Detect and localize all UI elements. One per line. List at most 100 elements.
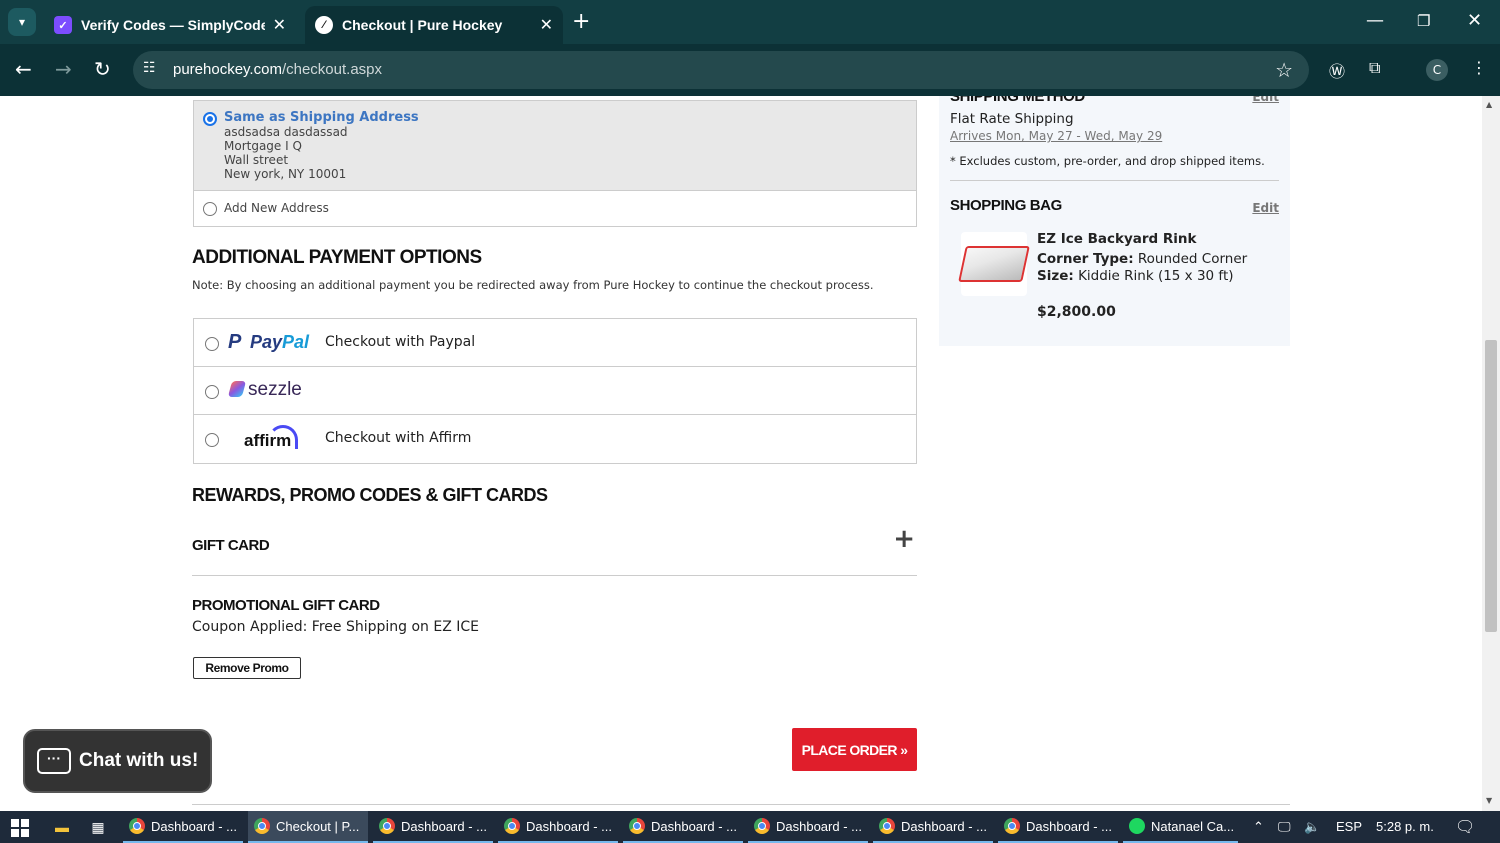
address-bar[interactable]: ☷ purehockey.com/checkout.aspx ☆ <box>133 51 1309 89</box>
address-option-same-as-shipping[interactable]: Same as Shipping Address asdsadsa dasdas… <box>194 101 916 191</box>
menu-kebab-icon[interactable]: ⋮ <box>1471 58 1487 77</box>
language-indicator[interactable]: ESP <box>1336 819 1362 834</box>
close-tab-icon[interactable]: ✕ <box>273 15 286 35</box>
chrome-icon <box>254 818 270 834</box>
clock[interactable]: 5:28 p. m. <box>1376 819 1434 834</box>
tray-chevron-up-icon[interactable]: ⌃ <box>1253 819 1264 835</box>
chat-label: Chat with us! <box>79 750 199 771</box>
paypal-logo: P PayPal <box>228 331 310 353</box>
address-line: Mortgage I Q <box>224 139 302 153</box>
restore-icon[interactable]: ❐ <box>1417 12 1430 30</box>
taskbar-item-checkout[interactable]: Checkout | P... <box>248 811 368 843</box>
scroll-down-icon[interactable]: ▼ <box>1486 796 1492 805</box>
remove-promo-button[interactable]: Remove Promo <box>193 657 301 679</box>
paypal-label: Checkout with Paypal <box>325 334 476 350</box>
close-tab-icon[interactable]: ✕ <box>540 15 553 35</box>
simplycodes-icon: ✓ <box>54 16 72 34</box>
address-line: New york, NY 10001 <box>224 167 347 181</box>
tab-purehockey[interactable]: ⁄ Checkout | Pure Hockey ✕ <box>305 6 563 44</box>
chat-widget-button[interactable]: ··· Chat with us! <box>23 729 212 793</box>
chat-bubble-icon: ··· <box>37 748 71 774</box>
payment-options-heading: ADDITIONAL PAYMENT OPTIONS <box>192 247 482 268</box>
chrome-icon <box>754 818 770 834</box>
network-icon[interactable]: 🖵 <box>1278 819 1291 835</box>
payment-option-paypal[interactable]: P PayPal Checkout with Paypal <box>194 319 916 367</box>
product-image[interactable] <box>958 232 1030 296</box>
payment-redirect-note: Note: By choosing an additional payment … <box>192 278 874 292</box>
chrome-icon <box>129 818 145 834</box>
scrollbar-thumb[interactable] <box>1485 340 1497 632</box>
radio-add-new-address[interactable] <box>203 202 217 216</box>
taskbar-item-dashboard[interactable]: Dashboard - ... <box>123 811 243 843</box>
sezzle-logo: sezzle <box>227 379 302 401</box>
radio-same-as-shipping[interactable] <box>203 112 217 126</box>
chrome-icon <box>879 818 895 834</box>
reload-icon[interactable]: ↻ <box>94 57 111 81</box>
chrome-icon <box>629 818 645 834</box>
coupon-applied-text: Coupon Applied: Free Shipping on EZ ICE <box>192 619 479 635</box>
gift-card-label: GIFT CARD <box>192 537 270 554</box>
product-name[interactable]: EZ Ice Backyard Rink <box>1037 231 1197 247</box>
affirm-logo: affirm <box>244 431 292 450</box>
back-icon[interactable]: ← <box>15 57 32 81</box>
chrome-icon <box>504 818 520 834</box>
taskbar-item-dashboard[interactable]: Dashboard - ... <box>373 811 493 843</box>
address-line: Wall street <box>224 153 289 167</box>
tab-simplycodes[interactable]: ✓ Verify Codes — SimplyCodes ✕ <box>44 6 296 44</box>
site-settings-icon[interactable]: ☷ <box>143 60 156 76</box>
new-tab-icon[interactable]: + <box>572 10 590 34</box>
order-summary-sidebar: SHIPPING METHOD Edit Flat Rate Shipping … <box>939 96 1290 346</box>
address-line: asdsadsa dasdassad <box>224 125 348 139</box>
bookmark-star-icon[interactable]: ☆ <box>1275 58 1293 82</box>
affirm-label: Checkout with Affirm <box>325 430 472 446</box>
store-icon[interactable]: ▦ <box>88 817 108 837</box>
rink-thumbnail <box>958 246 1030 282</box>
expand-plus-icon[interactable]: + <box>893 524 915 554</box>
taskbar-item-dashboard[interactable]: Dashboard - ... <box>873 811 993 843</box>
add-new-address-label[interactable]: Add New Address <box>224 201 329 215</box>
forward-icon[interactable]: → <box>55 57 72 81</box>
place-order-button[interactable]: PLACE ORDER » <box>792 728 917 771</box>
taskbar-item-dashboard[interactable]: Dashboard - ... <box>623 811 743 843</box>
browser-tab-bar: ▾ ✓ Verify Codes — SimplyCodes ✕ ⁄ Check… <box>0 0 1500 44</box>
taskbar-item-dashboard[interactable]: Dashboard - ... <box>748 811 868 843</box>
chrome-icon <box>1004 818 1020 834</box>
gift-card-accordion[interactable]: GIFT CARD + <box>192 524 917 576</box>
payment-option-affirm[interactable]: affirm Checkout with Affirm <box>194 415 916 463</box>
divider <box>192 804 1290 805</box>
scroll-up-icon[interactable]: ▲ <box>1486 100 1492 109</box>
minimize-icon[interactable]: — <box>1366 10 1384 31</box>
tab-search-chevron-icon[interactable]: ▾ <box>8 8 36 36</box>
profile-avatar[interactable]: C <box>1426 59 1448 81</box>
url-text: purehockey.com/checkout.aspx <box>173 61 383 78</box>
extensions-puzzle-icon[interactable]: ⧉ <box>1369 58 1380 78</box>
taskbar-item-dashboard[interactable]: Dashboard - ... <box>998 811 1118 843</box>
product-price: $2,800.00 <box>1037 304 1116 320</box>
file-explorer-icon[interactable]: ▬ <box>52 817 72 837</box>
payment-option-sezzle[interactable]: sezzle <box>194 367 916 415</box>
windows-taskbar: ▬ ▦ Dashboard - ... Checkout | P... Dash… <box>0 811 1500 843</box>
taskbar-item-dashboard[interactable]: Dashboard - ... <box>498 811 618 843</box>
product-size: Size: Kiddie Rink (15 x 30 ft) <box>1037 268 1234 284</box>
payment-options-list: P PayPal Checkout with Paypal sezzle affi… <box>193 318 917 464</box>
page-scrollbar[interactable]: ▲ ▼ <box>1482 96 1500 811</box>
extension-w-icon[interactable]: Ⓦ <box>1329 58 1345 82</box>
shipping-method-name: Flat Rate Shipping <box>950 111 1074 127</box>
radio-affirm[interactable] <box>205 433 219 447</box>
radio-paypal[interactable] <box>205 337 219 351</box>
chrome-icon <box>379 818 395 834</box>
windows-start-icon[interactable] <box>11 819 29 837</box>
edit-shipping-link[interactable]: Edit <box>1252 96 1279 104</box>
taskbar-item-spotify[interactable]: Natanael Ca... <box>1123 811 1238 843</box>
edit-bag-link[interactable]: Edit <box>1252 201 1279 215</box>
billing-address-options: Same as Shipping Address asdsadsa dasdas… <box>193 100 917 227</box>
purehockey-icon: ⁄ <box>315 16 333 34</box>
exclusion-note: * Excludes custom, pre-order, and drop s… <box>950 154 1265 168</box>
arrival-date-link[interactable]: Arrives Mon, May 27 - Wed, May 29 <box>950 129 1162 143</box>
notifications-icon[interactable]: 🗨 <box>1455 817 1475 837</box>
radio-sezzle[interactable] <box>205 385 219 399</box>
volume-icon[interactable]: 🔈 <box>1304 819 1320 835</box>
close-window-icon[interactable]: ✕ <box>1467 10 1482 31</box>
divider <box>950 180 1279 181</box>
same-as-shipping-label: Same as Shipping Address <box>224 110 419 125</box>
